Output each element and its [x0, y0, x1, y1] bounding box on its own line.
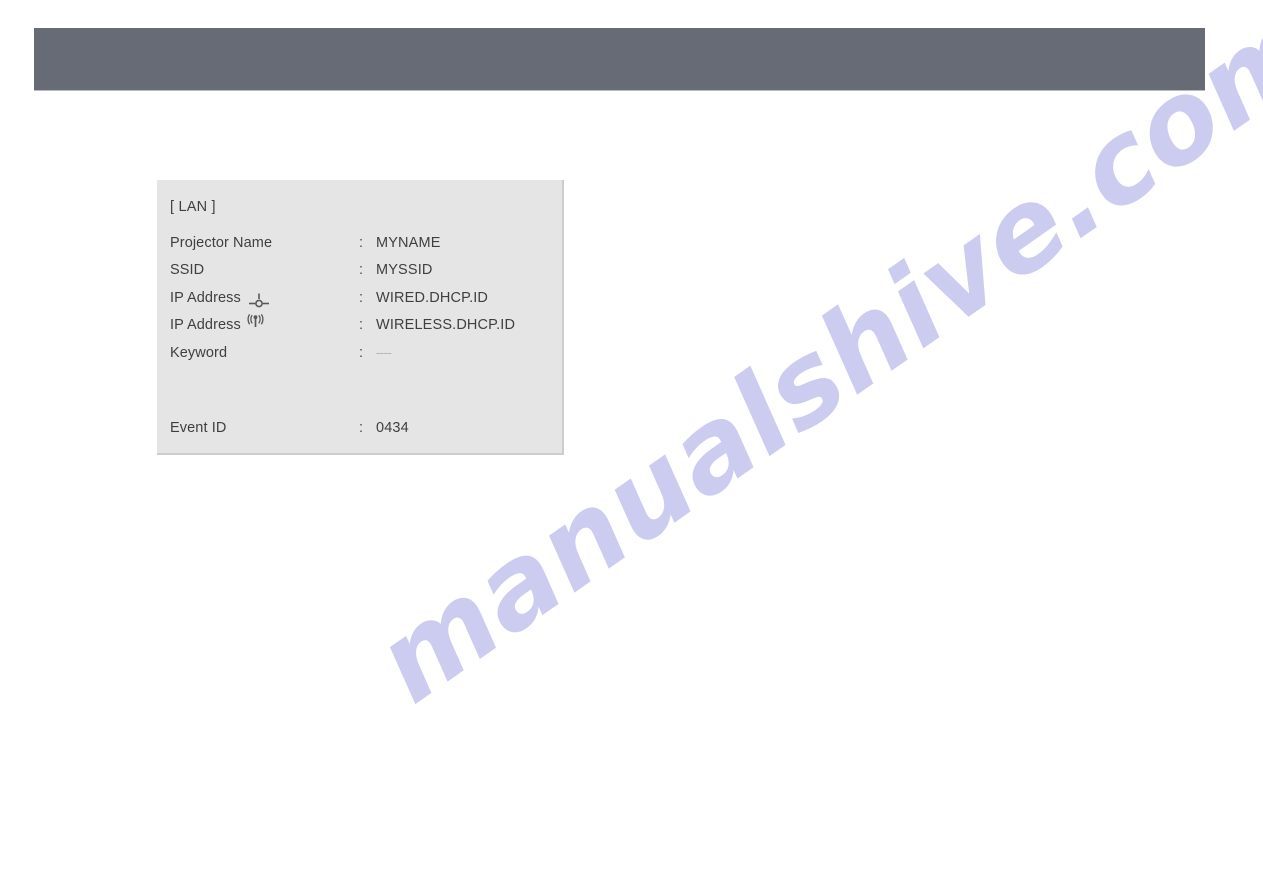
ssid-label: SSID	[170, 262, 205, 279]
wired-lan-icon	[248, 292, 270, 308]
top-header-bar	[34, 28, 1205, 90]
keyword-value-masked: ----	[376, 345, 392, 361]
row-label: Projector Name	[170, 235, 359, 251]
row-colon: :	[359, 234, 364, 251]
wireless-lan-icon	[247, 314, 264, 328]
ip-address-wireless-value: WIRELESS.DHCP.ID	[376, 317, 516, 334]
event-id-value: 0434	[376, 420, 409, 437]
row-label: Keyword	[170, 345, 359, 361]
info-row-keyword: Keyword : ----	[170, 339, 562, 367]
lan-section-title: [ LAN ]	[170, 199, 216, 215]
info-row-ip-address-wireless: IP Address : WIRELESS.DHCP.ID	[170, 312, 562, 340]
row-colon: :	[359, 344, 364, 361]
keyword-label: Keyword	[170, 344, 228, 361]
row-colon: :	[359, 420, 364, 437]
info-row-ssid: SSID : MYSSID	[170, 257, 562, 285]
row-label: IP Address	[170, 289, 359, 308]
projector-name-value: MYNAME	[376, 234, 441, 251]
row-colon: :	[359, 317, 364, 334]
ip-address-wired-value: WIRED.DHCP.ID	[376, 289, 489, 306]
info-row-ip-address-wired: IP Address : WIRED.DHCP.ID	[170, 284, 562, 312]
projector-name-label: Projector Name	[170, 234, 273, 251]
row-colon: :	[359, 262, 364, 279]
info-row-event-id: Event ID : 0434	[170, 415, 562, 443]
row-label: IP Address	[170, 314, 359, 334]
ip-address-wireless-label: IP Address	[170, 317, 241, 334]
event-id-label: Event ID	[170, 420, 227, 437]
info-row-projector-name: Projector Name : MYNAME	[170, 229, 562, 257]
row-label: SSID	[170, 262, 359, 278]
lan-panel-content: [ LAN ] Projector Name : MYNAME SSID : M…	[157, 180, 562, 442]
panel-spacer	[170, 367, 562, 415]
row-label: Event ID	[170, 420, 359, 436]
lan-info-panel: [ LAN ] Projector Name : MYNAME SSID : M…	[157, 180, 564, 455]
ssid-value: MYSSID	[376, 262, 433, 279]
row-colon: :	[359, 289, 364, 306]
ip-address-wired-label: IP Address	[170, 289, 241, 306]
